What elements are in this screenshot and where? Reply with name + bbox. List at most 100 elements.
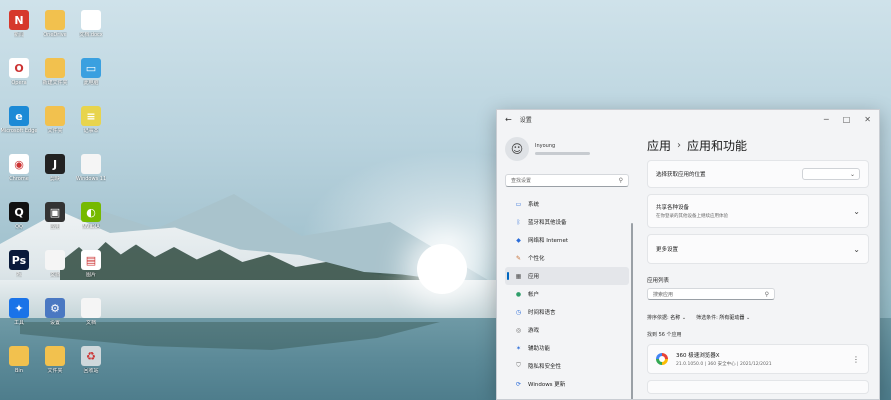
desktop-shortcut-label: Bin — [15, 368, 23, 374]
desktop-shortcut[interactable]: ▭ 此电脑 — [74, 58, 108, 86]
sidebar-item-label: 辅助功能 — [528, 346, 551, 352]
settings-search-input[interactable]: 查找设置 ⚲ — [505, 174, 629, 187]
desktop-shortcut[interactable]: O Opera — [2, 58, 36, 86]
desktop-shortcut[interactable]: ▣ 应用 — [38, 202, 72, 230]
desktop-shortcut[interactable]: 文档 — [74, 298, 108, 326]
desktop-shortcut[interactable]: Windows 11 — [74, 154, 108, 182]
desktop-shortcut[interactable]: Q QQ — [2, 202, 36, 230]
sidebar-nav: ▭ 系统 ᛒ 蓝牙和其他设备 ◆ 网络和 Internet ✎ 个性化 ▦ 应用 ● 帐户 ◷ 时间和语言… — [505, 195, 629, 393]
nvidia-icon: ◐ — [81, 202, 101, 222]
sort-dropdown[interactable]: 排序依据: 名称 ⌄ — [647, 314, 686, 321]
desktop-shortcut[interactable]: ⚙ 设置 — [38, 298, 72, 326]
desktop-shortcut[interactable]: 文档.docx — [74, 10, 108, 38]
image-icon: ▤ — [81, 250, 101, 270]
desktop-shortcut[interactable]: J 剪映 — [38, 154, 72, 182]
chevron-down-icon: ⌄ — [853, 244, 860, 254]
desktop-shortcut[interactable]: 文件夹 — [38, 106, 72, 134]
desktop-shortcut[interactable]: OneDrive — [38, 10, 72, 38]
filter-dropdown[interactable]: 筛选条件: 所有驱动器 ⌄ — [696, 314, 750, 321]
folder-icon — [45, 10, 65, 30]
tool-icon: ✦ — [9, 298, 29, 318]
news-app-icon: N — [9, 10, 29, 30]
desktop-shortcut-label: 设置 — [49, 320, 60, 326]
app-list-item[interactable] — [647, 380, 869, 394]
sidebar-scrollbar[interactable] — [631, 223, 633, 399]
app-icon: ▣ — [45, 202, 65, 222]
desktop-shortcut[interactable]: 文件夹 — [38, 346, 72, 374]
desktop-shortcut-label: 此电脑 — [83, 80, 99, 86]
sidebar-item[interactable]: ▦ 应用 — [505, 267, 629, 285]
app-list-item[interactable]: 360 极速浏览器X 21.0.1050.0 | 360 安全中心 | 2021… — [647, 344, 869, 374]
sidebar-item[interactable]: ⛉ 隐私和安全性 — [505, 357, 629, 375]
sidebar-item[interactable]: ◷ 时间和语言 — [505, 303, 629, 321]
main-content: 应用 › 应用和功能 选择获取应用的位置 ⌄ 共享各种设备 在你登录的其他设备上… — [643, 128, 879, 399]
close-icon[interactable]: ✕ — [864, 115, 871, 124]
sidebar-item[interactable]: ᛒ 蓝牙和其他设备 — [505, 213, 629, 231]
network-icon: ◆ — [516, 236, 521, 244]
breadcrumb-apps[interactable]: 应用 — [647, 137, 671, 154]
desktop-shortcut[interactable]: ◉ Chrome — [2, 154, 36, 182]
recycle-bin-icon: ♻ — [81, 346, 101, 366]
sidebar-item-label: 游戏 — [528, 328, 540, 334]
desktop-shortcut[interactable]: 新建文件夹 — [38, 58, 72, 86]
desktop-shortcut-label: 剪映 — [49, 176, 60, 182]
desktop-shortcut-label: 文档.docx — [79, 32, 103, 38]
sidebar-item[interactable]: ● 帐户 — [505, 285, 629, 303]
sidebar-item[interactable]: ◎ 游戏 — [505, 321, 629, 339]
desktop-shortcut[interactable]: N 新闻 — [2, 10, 36, 38]
accessibility-icon: ✶ — [515, 344, 522, 352]
sidebar-item-label: 应用 — [528, 274, 540, 280]
settings-sidebar: ☺ Inyoung 查找设置 ⚲ ▭ 系统 ᛒ 蓝牙和其他设备 ◆ 网络和 Interne… — [497, 128, 637, 399]
search-placeholder: 查找设置 — [511, 178, 532, 184]
back-arrow-icon[interactable]: ← — [505, 115, 512, 124]
minimize-icon[interactable]: ─ — [824, 115, 829, 124]
sidebar-item[interactable]: ✎ 个性化 — [505, 249, 629, 267]
desktop-shortcut[interactable]: 文档 — [38, 250, 72, 278]
desktop-shortcut-label: 文档 — [49, 272, 60, 278]
desktop-shortcut-label: OneDrive — [43, 32, 67, 38]
desktop-shortcut[interactable]: ✦ 工具 — [2, 298, 36, 326]
more-settings-card[interactable]: 更多设置 ⌄ — [647, 234, 869, 264]
desktop-shortcut[interactable]: Bin — [2, 346, 36, 374]
sidebar-item-label: Windows 更新 — [528, 382, 566, 388]
desktop-shortcut-label: 文件夹 — [47, 368, 63, 374]
browser-360-icon — [656, 353, 668, 365]
desktop-shortcut-label: Opera — [11, 80, 27, 86]
desktop-shortcut[interactable]: ≡ 记事本 — [74, 106, 108, 134]
sidebar-item[interactable]: ⟳ Windows 更新 — [505, 375, 629, 393]
more-options-icon[interactable]: ⋮ — [852, 355, 860, 364]
desktop-shortcut[interactable]: Ps Ps — [2, 250, 36, 278]
desktop-shortcut-label: 应用 — [49, 224, 60, 230]
desktop-shortcut-label: Ps — [16, 272, 22, 278]
maximize-icon[interactable]: □ — [843, 115, 851, 124]
user-profile[interactable]: ☺ Inyoung — [505, 134, 629, 164]
desktop-shortcut-label: 新闻 — [13, 32, 24, 38]
sidebar-item[interactable]: ◆ 网络和 Internet — [505, 231, 629, 249]
system-icon: ▭ — [515, 200, 522, 208]
desktop-shortcut-label: NVIDIA — [82, 224, 100, 230]
sidebar-item[interactable]: ✶ 辅助功能 — [505, 339, 629, 357]
sidebar-item[interactable]: ▭ 系统 — [505, 195, 629, 213]
filter-value: 所有驱动器 — [719, 315, 745, 321]
sidebar-item-label: 个性化 — [528, 256, 545, 262]
shield-icon: ⛉ — [516, 362, 521, 369]
app-source-label: 选择获取应用的位置 — [656, 172, 706, 178]
title-bar: ← 设置 ─ □ ✕ — [497, 110, 879, 128]
app-search-input[interactable]: 搜索应用 ⚲ — [647, 288, 775, 300]
desktop-shortcut[interactable]: ◐ NVIDIA — [74, 202, 108, 230]
monitor-icon: ▭ — [81, 58, 101, 78]
sidebar-item-label: 时间和语言 — [528, 310, 556, 316]
app-source-dropdown[interactable]: ⌄ — [802, 168, 860, 180]
edge-icon: e — [9, 106, 29, 126]
brush-icon: ✎ — [515, 254, 522, 262]
settings-icon: ⚙ — [45, 298, 65, 318]
desktop-shortcut[interactable]: e Microsoft Edge — [1, 106, 37, 134]
desktop-shortcut[interactable]: ▤ 图片 — [74, 250, 108, 278]
desktop-shortcut[interactable]: ♻ 回收站 — [74, 346, 108, 374]
update-icon: ⟳ — [515, 380, 522, 388]
breadcrumb: 应用 › 应用和功能 — [647, 134, 869, 156]
sort-label: 排序依据: — [647, 315, 669, 321]
sidebar-item-label: 隐私和安全性 — [528, 364, 562, 370]
desktop-shortcut-label: 工具 — [13, 320, 24, 326]
share-devices-card[interactable]: 共享各种设备 在你登录的其他设备上继续应用体验 ⌄ — [647, 194, 869, 228]
